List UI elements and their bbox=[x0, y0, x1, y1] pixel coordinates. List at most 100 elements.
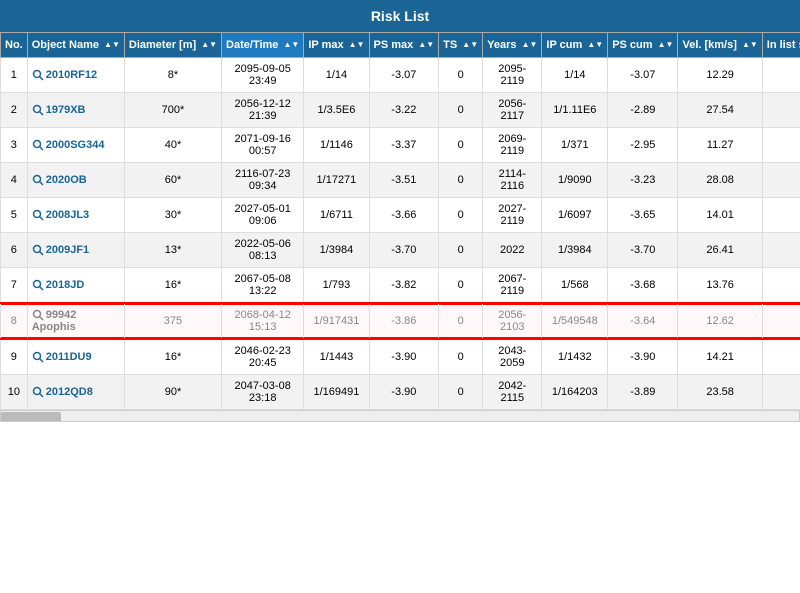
cell-object-name[interactable]: 2012QD8 bbox=[27, 375, 124, 410]
cell-no: 2 bbox=[1, 93, 28, 128]
cell-pscum: -3.89 bbox=[608, 375, 678, 410]
cell-object-name[interactable]: 2018JD bbox=[27, 268, 124, 304]
cell-ipcum: 1/6097 bbox=[542, 198, 608, 233]
cell-vel: 14.21 bbox=[678, 339, 762, 375]
cell-object-name[interactable]: 2020OB bbox=[27, 163, 124, 198]
cell-years: 2069-2119 bbox=[483, 128, 542, 163]
cell-object-name[interactable]: 99942Apophis bbox=[27, 303, 124, 339]
cell-vel: 12.29 bbox=[678, 58, 762, 93]
cell-ipmax: 1/793 bbox=[304, 268, 369, 304]
cell-ipmax: 1/6711 bbox=[304, 198, 369, 233]
cell-object-name[interactable]: 2011DU9 bbox=[27, 339, 124, 375]
search-icon[interactable] bbox=[32, 351, 44, 363]
cell-no: 8 bbox=[1, 303, 28, 339]
cell-datetime: 2068-04-12 15:13 bbox=[222, 303, 304, 339]
cell-ipmax: 1/917431 bbox=[304, 303, 369, 339]
sort-arrows-years: ▲▼ bbox=[522, 41, 538, 49]
search-icon[interactable] bbox=[32, 386, 44, 398]
cell-vel: 28.08 bbox=[678, 163, 762, 198]
cell-ts: 0 bbox=[439, 268, 483, 304]
cell-ipmax: 1/169491 bbox=[304, 375, 369, 410]
cell-object-name[interactable]: 2008JL3 bbox=[27, 198, 124, 233]
cell-object-name[interactable]: 2010RF12 bbox=[27, 58, 124, 93]
cell-datetime: 2116-07-23 09:34 bbox=[222, 163, 304, 198]
col-no: No. bbox=[1, 33, 28, 58]
cell-ipmax: 1/3.5E6 bbox=[304, 93, 369, 128]
sort-arrows-ipmax: ▲▼ bbox=[349, 41, 365, 49]
col-ipcum[interactable]: IP cum ▲▼ bbox=[542, 33, 608, 58]
col-datetime[interactable]: Date/Time ▲▼ bbox=[222, 33, 304, 58]
col-name[interactable]: Object Name ▲▼ bbox=[27, 33, 124, 58]
cell-inlist: 1054 bbox=[762, 268, 800, 304]
cell-diameter: 700* bbox=[124, 93, 221, 128]
cell-inlist: 3853 bbox=[762, 58, 800, 93]
cell-object-name[interactable]: 2009JF1 bbox=[27, 233, 124, 268]
cell-vel: 13.76 bbox=[678, 268, 762, 304]
cell-ipmax: 1/17271 bbox=[304, 163, 369, 198]
search-icon[interactable] bbox=[32, 279, 44, 291]
cell-diameter: 8* bbox=[124, 58, 221, 93]
col-pscum[interactable]: PS cum ▲▼ bbox=[608, 33, 678, 58]
search-icon[interactable] bbox=[32, 209, 44, 221]
search-icon[interactable] bbox=[32, 174, 44, 186]
page-title: Risk List bbox=[371, 8, 429, 24]
cell-pscum: -3.90 bbox=[608, 339, 678, 375]
risk-table: No. Object Name ▲▼ Diameter [m] ▲▼ Date/… bbox=[0, 32, 800, 410]
cell-years: 2042-2115 bbox=[483, 375, 542, 410]
cell-ipmax: 1/14 bbox=[304, 58, 369, 93]
sort-arrows-name: ▲▼ bbox=[104, 41, 120, 49]
cell-pscum: -3.64 bbox=[608, 303, 678, 339]
cell-inlist: 4545 bbox=[762, 93, 800, 128]
table-row: 899942Apophis3752068-04-12 15:131/917431… bbox=[1, 303, 800, 339]
cell-ipcum: 1/549548 bbox=[542, 303, 608, 339]
cell-pscum: -2.89 bbox=[608, 93, 678, 128]
cell-psmax: -3.51 bbox=[369, 163, 439, 198]
col-ipmax[interactable]: IP max ▲▼ bbox=[304, 33, 369, 58]
cell-ipcum: 1/1.11E6 bbox=[542, 93, 608, 128]
scrollbar-thumb[interactable] bbox=[1, 412, 61, 422]
col-ts[interactable]: TS ▲▼ bbox=[439, 33, 483, 58]
horizontal-scrollbar[interactable] bbox=[0, 410, 800, 422]
cell-vel: 11.27 bbox=[678, 128, 762, 163]
cell-ts: 0 bbox=[439, 128, 483, 163]
cell-ipmax: 1/3984 bbox=[304, 233, 369, 268]
col-diameter[interactable]: Diameter [m] ▲▼ bbox=[124, 33, 221, 58]
cell-psmax: -3.66 bbox=[369, 198, 439, 233]
search-icon[interactable] bbox=[32, 104, 44, 116]
table-row: 32000SG34440*2071-09-16 00:571/1146-3.37… bbox=[1, 128, 800, 163]
cell-datetime: 2067-05-08 13:22 bbox=[222, 268, 304, 304]
sort-arrows-vel: ▲▼ bbox=[742, 41, 758, 49]
col-years[interactable]: Years ▲▼ bbox=[483, 33, 542, 58]
col-inlist[interactable]: In list since [days] ▲▼ bbox=[762, 33, 800, 58]
cell-psmax: -3.86 bbox=[369, 303, 439, 339]
search-icon[interactable] bbox=[32, 69, 44, 81]
cell-inlist: 3627 bbox=[762, 339, 800, 375]
search-icon[interactable] bbox=[32, 309, 44, 321]
cell-years: 2043-2059 bbox=[483, 339, 542, 375]
cell-object-name[interactable]: 2000SG344 bbox=[27, 128, 124, 163]
cell-diameter: 60* bbox=[124, 163, 221, 198]
cell-no: 9 bbox=[1, 339, 28, 375]
cell-years: 2027-2119 bbox=[483, 198, 542, 233]
col-vel[interactable]: Vel. [km/s] ▲▼ bbox=[678, 33, 762, 58]
sort-arrows-ipcum: ▲▼ bbox=[587, 41, 603, 49]
cell-vel: 27.54 bbox=[678, 93, 762, 128]
cell-diameter: 16* bbox=[124, 268, 221, 304]
cell-ts: 0 bbox=[439, 93, 483, 128]
cell-no: 1 bbox=[1, 58, 28, 93]
cell-datetime: 2046-02-23 20:45 bbox=[222, 339, 304, 375]
cell-pscum: -3.65 bbox=[608, 198, 678, 233]
cell-ts: 0 bbox=[439, 233, 483, 268]
cell-object-name[interactable]: 1979XB bbox=[27, 93, 124, 128]
table-row: 62009JF113*2022-05-06 08:131/3984-3.7002… bbox=[1, 233, 800, 268]
cell-years: 2056-2117 bbox=[483, 93, 542, 128]
search-icon[interactable] bbox=[32, 139, 44, 151]
col-psmax[interactable]: PS max ▲▼ bbox=[369, 33, 439, 58]
search-icon[interactable] bbox=[32, 244, 44, 256]
cell-datetime: 2022-05-06 08:13 bbox=[222, 233, 304, 268]
cell-vel: 14.01 bbox=[678, 198, 762, 233]
sort-arrows-datetime: ▲▼ bbox=[283, 41, 299, 49]
cell-ipcum: 1/164203 bbox=[542, 375, 608, 410]
cell-diameter: 30* bbox=[124, 198, 221, 233]
cell-ipcum: 1/1432 bbox=[542, 339, 608, 375]
